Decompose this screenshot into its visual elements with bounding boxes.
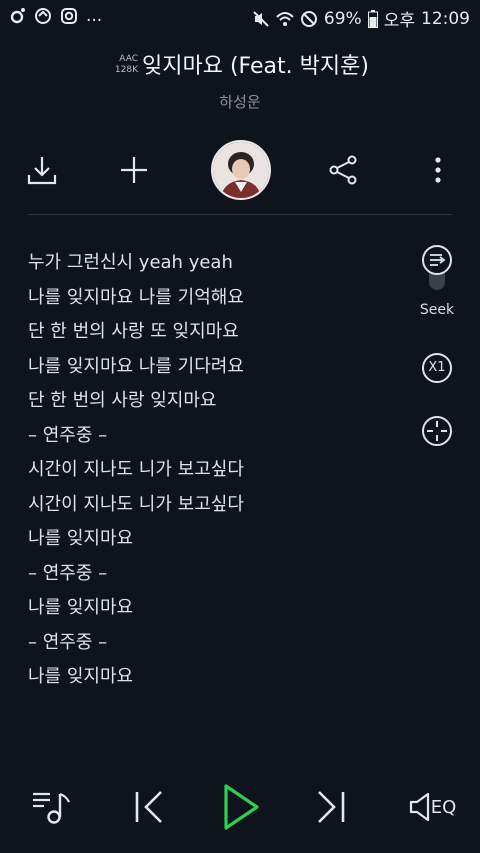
divider: [28, 214, 452, 215]
more-options-button[interactable]: [420, 152, 456, 188]
add-icon: [121, 157, 147, 183]
instagram-icon: [61, 8, 77, 24]
lyric-line[interactable]: 시간이 지나도 니가 보고싶다: [28, 453, 408, 488]
codec-bitrate: 128K: [114, 65, 138, 75]
lyric-line[interactable]: 시간이 지나도 니가 보고싶다: [28, 488, 408, 523]
player-bar: EQ: [0, 770, 480, 850]
speed-label: X1: [428, 360, 446, 375]
more-vertical-icon: [435, 157, 441, 183]
add-to-playlist-button[interactable]: [116, 152, 152, 188]
lyric-line[interactable]: – 연주중 –: [28, 626, 408, 661]
lyric-line[interactable]: 나를 잊지마요: [28, 591, 408, 626]
battery-icon: [367, 9, 378, 28]
previous-track-icon: [135, 791, 162, 823]
lyric-line[interactable]: 나를 잊지마요 나를 기억해요: [28, 281, 408, 316]
lyric-line[interactable]: 나를 잊지마요: [28, 522, 408, 557]
mute-icon: [253, 10, 269, 27]
codec-badge: AAC 128K: [104, 54, 138, 82]
share-icon: [329, 155, 357, 185]
lyrics-panel[interactable]: 누가 그런신시 yeah yeah 나를 잊지마요 나를 기억해요 단 한 번의…: [28, 246, 408, 695]
lyric-line[interactable]: 단 한 번의 사랑 또 잊지마요: [28, 315, 408, 350]
seek-toggle[interactable]: [420, 245, 454, 290]
lyric-line[interactable]: 단 한 번의 사랑 잊지마요: [28, 384, 408, 419]
sync-lyrics-button[interactable]: [420, 414, 454, 448]
speaker-icon: [409, 792, 429, 822]
playlist-button[interactable]: [28, 784, 74, 830]
do-not-disturb-icon: [300, 10, 317, 27]
wifi-icon: [276, 11, 294, 26]
lyric-line[interactable]: – 연주중 –: [28, 419, 408, 454]
download-button[interactable]: [24, 152, 60, 188]
crosshair-icon: [422, 416, 452, 446]
clock-time: 12:09: [421, 8, 470, 29]
codec-format: AAC: [119, 54, 138, 64]
seek-toggle-icon: [422, 245, 452, 290]
play-button[interactable]: [217, 784, 263, 830]
equalizer-button[interactable]: EQ: [406, 784, 458, 830]
play-icon: [224, 784, 259, 830]
playback-speed-button[interactable]: X1: [420, 351, 454, 385]
lyric-line[interactable]: 누가 그런신시 yeah yeah: [28, 246, 408, 281]
eq-label: EQ: [430, 796, 457, 818]
seek-label: Seek: [419, 302, 455, 318]
lyric-line[interactable]: 나를 잊지마요 나를 기다려요: [28, 350, 408, 385]
battery-percent: 69%: [323, 8, 362, 29]
sync-notification-icon: [35, 8, 51, 24]
next-button[interactable]: [309, 784, 355, 830]
track-title: 잊지마요 (Feat. 박지훈): [142, 54, 369, 79]
app-notification-icon: [10, 8, 25, 24]
next-track-icon: [318, 791, 345, 823]
artist-name[interactable]: 하성운: [0, 91, 480, 112]
am-pm-label: 오후: [383, 11, 415, 31]
album-cover-image: [213, 142, 269, 198]
previous-button[interactable]: [125, 784, 171, 830]
lyric-line[interactable]: 나를 잊지마요: [28, 660, 408, 695]
track-header: AAC 128K 잊지마요 (Feat. 박지훈): [0, 48, 480, 88]
download-icon: [27, 157, 57, 185]
share-button[interactable]: [325, 152, 361, 188]
more-notifications: ...: [86, 6, 103, 26]
playlist-music-icon: [33, 792, 70, 824]
action-toolbar: [0, 140, 480, 200]
lyric-line[interactable]: – 연주중 –: [28, 557, 408, 592]
status-bar: ... 69% 오후 12:09: [0, 0, 480, 34]
album-art[interactable]: [211, 140, 271, 200]
